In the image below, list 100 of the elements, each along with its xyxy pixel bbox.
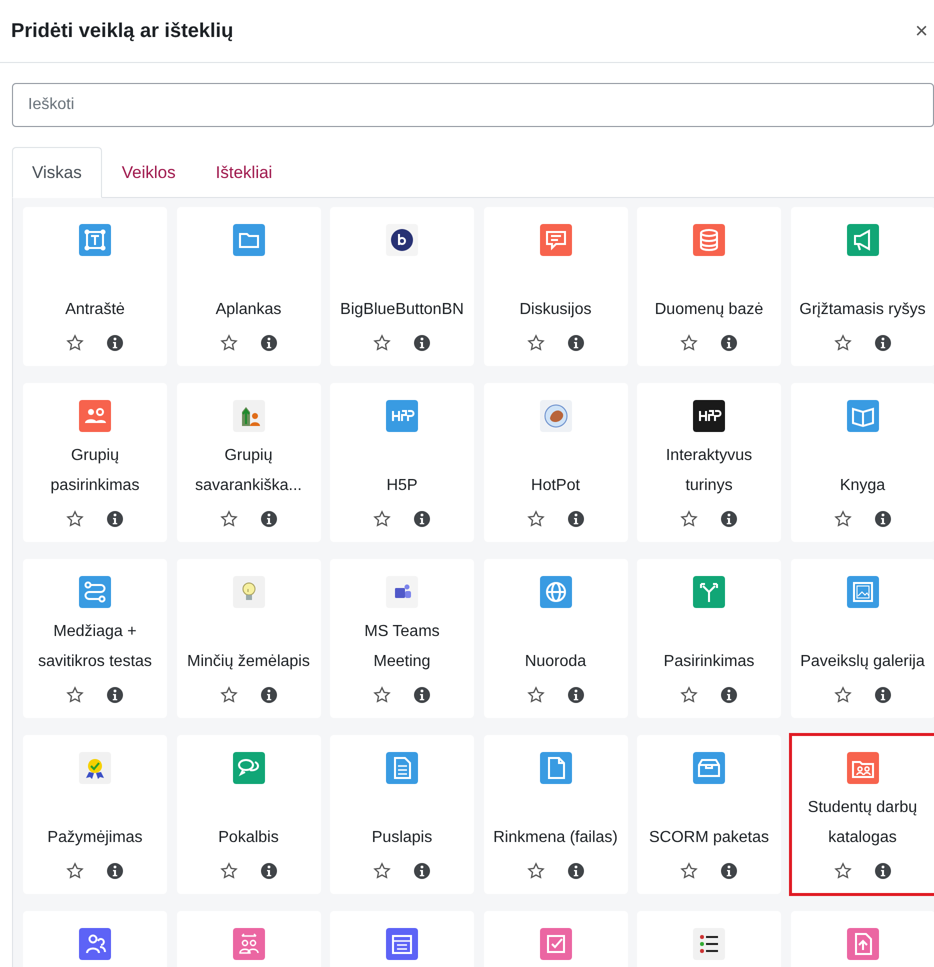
activity-name: HotPot <box>530 476 581 496</box>
info-icon[interactable] <box>720 334 738 352</box>
star-icon[interactable] <box>526 686 544 704</box>
activity-name: Pokalbis <box>217 828 280 848</box>
star-icon[interactable] <box>220 334 238 352</box>
star-icon[interactable] <box>220 510 238 528</box>
signpost-icon <box>693 576 725 608</box>
activity-card[interactable]: Duomenų bazė <box>637 207 781 366</box>
info-icon[interactable] <box>720 510 738 528</box>
star-icon[interactable] <box>526 334 544 352</box>
info-icon[interactable] <box>260 862 278 880</box>
activity-card[interactable]: SCORM paketas <box>637 735 781 894</box>
activity-name: Rinkmena (failas) <box>492 828 619 848</box>
star-icon[interactable] <box>220 862 238 880</box>
activity-name: Knyga <box>838 476 886 496</box>
activity-card[interactable]: Interaktyvus turinys <box>637 383 781 542</box>
info-icon[interactable] <box>106 334 124 352</box>
activity-name: Grupių savarankiška... <box>194 446 303 496</box>
activity-card[interactable]: Studentų darbų katalogas <box>790 735 934 894</box>
box-icon <box>693 752 725 784</box>
activity-card[interactable]: BigBlueButtonBN <box>330 207 474 366</box>
info-icon[interactable] <box>874 686 892 704</box>
activity-card[interactable]: Medžiaga + savitikros testas <box>23 559 167 718</box>
dialog-title: Pridėti veiklą ar išteklių <box>11 20 234 42</box>
star-icon[interactable] <box>373 334 391 352</box>
activity-card[interactable]: HotPot <box>484 383 628 542</box>
folder-icon <box>232 224 264 256</box>
activity-card[interactable]: Grupių savarankiška... <box>176 383 320 542</box>
star-icon[interactable] <box>373 510 391 528</box>
activity-name: Grupių pasirinkimas <box>50 446 140 496</box>
activity-card[interactable]: Knyga <box>790 383 934 542</box>
star-icon[interactable] <box>373 686 391 704</box>
activity-card[interactable]: Grupių pasirinkimas <box>23 383 167 542</box>
tab[interactable]: Viskas <box>12 147 102 198</box>
activity-card[interactable]: Diskusijos <box>484 207 628 366</box>
activity-card[interactable]: H5P <box>330 383 474 542</box>
certificate-icon <box>79 752 111 784</box>
info-icon[interactable] <box>413 686 431 704</box>
star-icon[interactable] <box>680 510 698 528</box>
info-icon[interactable] <box>874 510 892 528</box>
activity-name: MS Teams Meeting <box>363 622 441 672</box>
star-icon[interactable] <box>834 510 852 528</box>
star-icon[interactable] <box>680 334 698 352</box>
activity-name: Antraštė <box>64 300 126 320</box>
activity-card[interactable]: Puslapis <box>330 735 474 894</box>
tab[interactable]: Ištekliai <box>196 147 292 198</box>
info-icon[interactable] <box>260 334 278 352</box>
calendar-icon <box>386 928 418 960</box>
star-icon[interactable] <box>66 686 84 704</box>
info-icon[interactable] <box>413 510 431 528</box>
file-icon <box>540 752 572 784</box>
info-icon[interactable] <box>106 686 124 704</box>
star-icon[interactable] <box>680 686 698 704</box>
info-icon[interactable] <box>874 334 892 352</box>
close-button[interactable]: × <box>909 18 934 44</box>
star-icon[interactable] <box>66 862 84 880</box>
activity-card[interactable]: Grįžtamasis ryšys <box>790 207 934 366</box>
star-icon[interactable] <box>373 862 391 880</box>
info-icon[interactable] <box>106 510 124 528</box>
info-icon[interactable] <box>106 862 124 880</box>
activity-card[interactable]: Nuoroda <box>484 559 628 718</box>
activity-card[interactable]: MS Teams Meeting <box>330 559 474 718</box>
star-icon[interactable] <box>526 510 544 528</box>
activity-card[interactable]: Minčių žemėlapis <box>176 559 320 718</box>
star-icon[interactable] <box>220 686 238 704</box>
star-icon[interactable] <box>834 862 852 880</box>
tab[interactable]: Veiklos <box>102 147 196 198</box>
info-icon[interactable] <box>566 686 584 704</box>
book-icon <box>846 400 878 432</box>
info-icon[interactable] <box>413 862 431 880</box>
info-icon[interactable] <box>260 510 278 528</box>
checkbox-icon <box>540 928 572 960</box>
activity-card[interactable]: Rinkmena (failas) <box>484 735 628 894</box>
star-icon[interactable] <box>834 686 852 704</box>
info-icon[interactable] <box>566 510 584 528</box>
info-icon[interactable] <box>260 686 278 704</box>
star-icon[interactable] <box>526 862 544 880</box>
star-icon[interactable] <box>680 862 698 880</box>
star-icon[interactable] <box>834 334 852 352</box>
star-icon[interactable] <box>66 334 84 352</box>
bubble-icon <box>540 224 572 256</box>
info-icon[interactable] <box>720 686 738 704</box>
info-icon[interactable] <box>566 862 584 880</box>
activity-card[interactable]: Pokalbis <box>176 735 320 894</box>
chat-icon <box>232 752 264 784</box>
activity-card[interactable]: Aplankas <box>176 207 320 366</box>
activity-card[interactable]: Antraštė <box>23 207 167 366</box>
person-group-icon <box>79 928 111 960</box>
activity-name: Duomenų bazė <box>654 300 764 320</box>
activity-card[interactable]: Pažymėjimas <box>23 735 167 894</box>
activity-card[interactable]: Pasirinkimas <box>637 559 781 718</box>
info-icon[interactable] <box>874 862 892 880</box>
route-icon <box>79 576 111 608</box>
search-field[interactable]: Ieškoti <box>12 83 934 127</box>
info-icon[interactable] <box>720 862 738 880</box>
info-icon[interactable] <box>413 334 431 352</box>
star-icon[interactable] <box>66 510 84 528</box>
activity-name: Aplankas <box>214 300 282 320</box>
activity-card[interactable]: Paveikslų galerija <box>790 559 934 718</box>
info-icon[interactable] <box>566 334 584 352</box>
